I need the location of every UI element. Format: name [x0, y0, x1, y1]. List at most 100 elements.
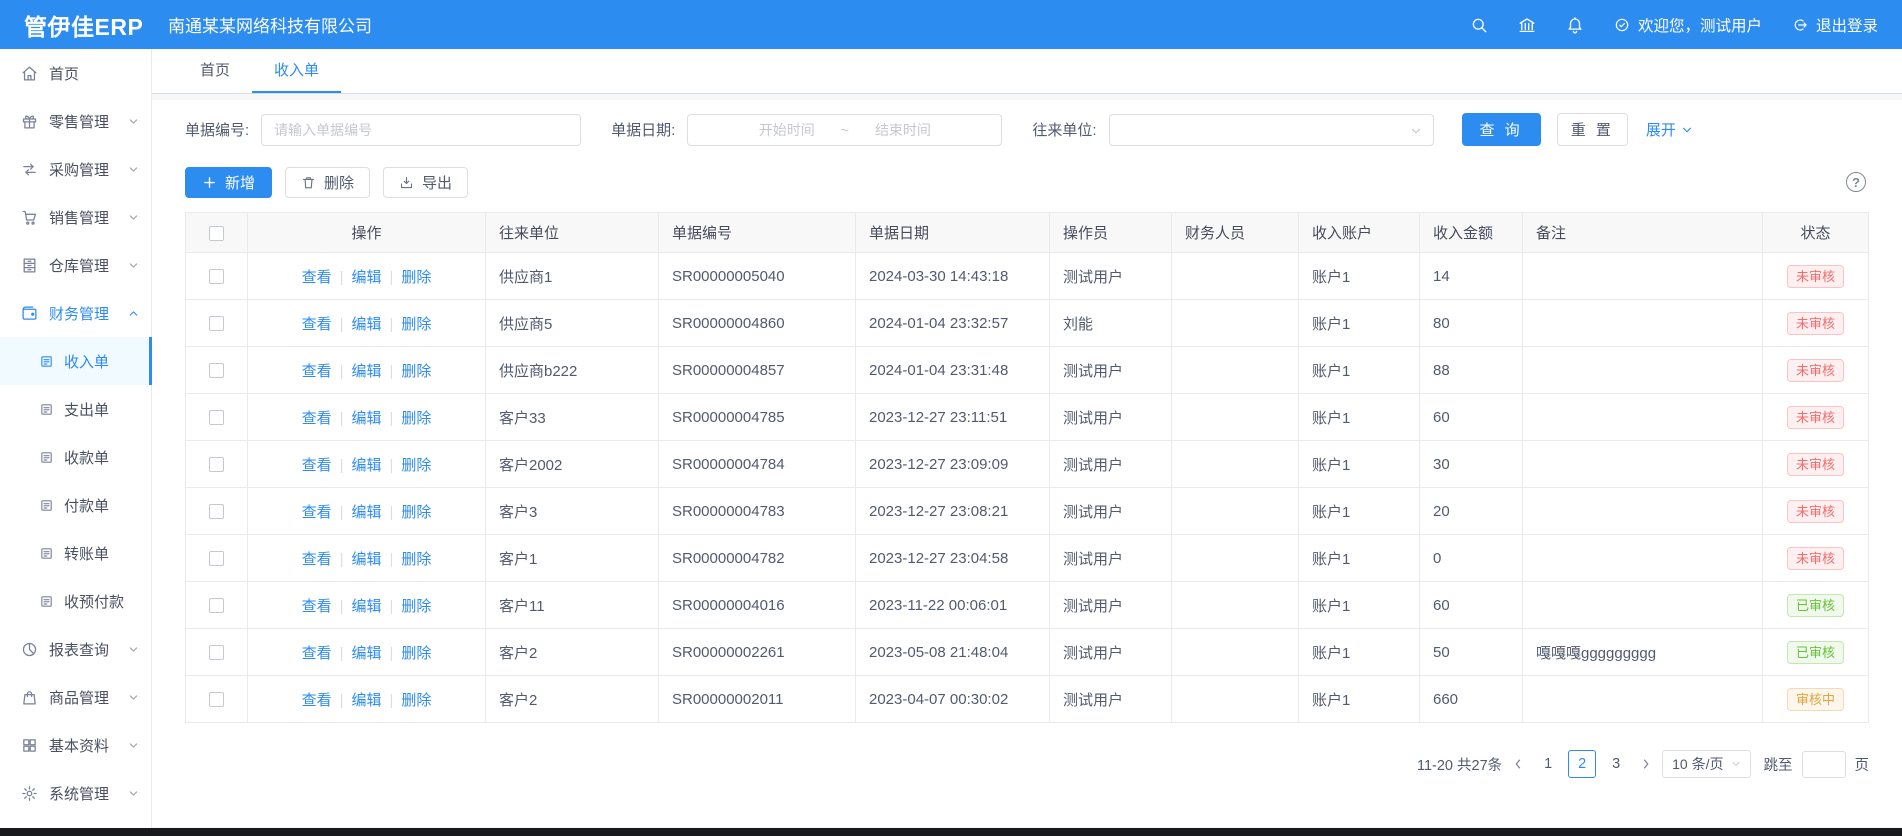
content-panel: 单据编号: 单据日期: 开始时间 ~ 结束时间 往来单位: 查 询 重 置 [152, 100, 1902, 827]
date-range-input[interactable]: 开始时间 ~ 结束时间 [687, 114, 1002, 146]
cell-finance [1172, 441, 1299, 488]
edit-link[interactable]: 编辑 [351, 316, 381, 333]
cell-company: 客户33 [486, 394, 659, 441]
sidebar-item-transfer[interactable]: 转账单 [0, 529, 151, 577]
delete-link[interactable]: 删除 [401, 410, 431, 427]
edit-link[interactable]: 编辑 [351, 692, 381, 709]
sidebar-item-label: 收入单 [64, 351, 109, 372]
row-checkbox[interactable] [209, 504, 224, 519]
welcome-user[interactable]: 欢迎您，测试用户 [1614, 14, 1762, 36]
tab-income[interactable]: 收入单 [252, 49, 341, 93]
row-checkbox[interactable] [209, 457, 224, 472]
tab-home[interactable]: 首页 [178, 49, 252, 93]
page-number-2[interactable]: 2 [1568, 750, 1596, 778]
sidebar-item-prepaid[interactable]: 收预付款 [0, 577, 151, 625]
sidebar-item-payment[interactable]: 付款单 [0, 481, 151, 529]
cell-finance [1172, 488, 1299, 535]
edit-link[interactable]: 编辑 [351, 551, 381, 568]
sidebar-item-purchase[interactable]: 采购管理 [0, 145, 151, 193]
edit-link[interactable]: 编辑 [351, 457, 381, 474]
cell-finance [1172, 300, 1299, 347]
export-button[interactable]: 导出 [383, 167, 468, 198]
row-checkbox[interactable] [209, 598, 224, 613]
row-checkbox[interactable] [209, 316, 224, 331]
sidebar-item-warehouse[interactable]: 仓库管理 [0, 241, 151, 289]
next-page-icon[interactable] [1639, 757, 1653, 771]
cell-operator: 测试用户 [1050, 629, 1172, 676]
view-link[interactable]: 查看 [302, 692, 332, 709]
sidebar-item-goods[interactable]: 商品管理 [0, 673, 151, 721]
action-separator: | [390, 457, 394, 474]
notification-bell-icon[interactable] [1566, 16, 1584, 34]
help-button[interactable]: ? [1846, 172, 1866, 192]
reset-button[interactable]: 重 置 [1557, 113, 1628, 146]
add-button[interactable]: 新增 [185, 167, 272, 198]
chevron-down-icon [128, 260, 139, 271]
sidebar-item-income[interactable]: 收入单 [0, 337, 151, 385]
action-separator: | [340, 551, 344, 568]
page-number-1[interactable]: 1 [1534, 750, 1562, 778]
column-header-actions: 操作 [248, 213, 486, 253]
sidebar-item-retail[interactable]: 零售管理 [0, 97, 151, 145]
delete-link[interactable]: 删除 [401, 316, 431, 333]
page-number-3[interactable]: 3 [1602, 750, 1630, 778]
partner-select[interactable] [1109, 114, 1434, 146]
delete-link[interactable]: 删除 [401, 457, 431, 474]
edit-link[interactable]: 编辑 [351, 410, 381, 427]
row-checkbox[interactable] [209, 269, 224, 284]
bank-icon[interactable] [1518, 16, 1536, 34]
edit-link[interactable]: 编辑 [351, 504, 381, 521]
logout-button[interactable]: 退出登录 [1792, 14, 1878, 36]
view-link[interactable]: 查看 [302, 645, 332, 662]
sidebar-item-receipt[interactable]: 收款单 [0, 433, 151, 481]
sidebar-item-home[interactable]: 首页 [0, 49, 151, 97]
expand-link[interactable]: 展开 [1646, 119, 1693, 140]
warehouse-icon [21, 257, 38, 274]
view-link[interactable]: 查看 [302, 316, 332, 333]
sidebar-item-sales[interactable]: 销售管理 [0, 193, 151, 241]
cell-code: SR00000005040 [659, 253, 856, 300]
sidebar-item-finance[interactable]: 财务管理 [0, 289, 151, 337]
delete-button[interactable]: 删除 [285, 167, 370, 198]
view-link[interactable]: 查看 [302, 504, 332, 521]
view-link[interactable]: 查看 [302, 551, 332, 568]
cell-amount: 50 [1420, 629, 1523, 676]
cell-operator: 测试用户 [1050, 676, 1172, 723]
jump-page-input[interactable] [1802, 751, 1846, 778]
delete-link[interactable]: 删除 [401, 504, 431, 521]
search-button[interactable]: 查 询 [1462, 113, 1541, 146]
delete-link[interactable]: 删除 [401, 269, 431, 286]
row-checkbox[interactable] [209, 363, 224, 378]
delete-link[interactable]: 删除 [401, 692, 431, 709]
select-all-checkbox[interactable] [209, 226, 224, 241]
view-link[interactable]: 查看 [302, 598, 332, 615]
edit-link[interactable]: 编辑 [351, 598, 381, 615]
column-header-account: 收入账户 [1299, 213, 1420, 253]
page-size-select[interactable]: 10 条/页 [1662, 750, 1750, 778]
delete-link[interactable]: 删除 [401, 551, 431, 568]
delete-link[interactable]: 删除 [401, 598, 431, 615]
cell-finance [1172, 676, 1299, 723]
prev-page-icon[interactable] [1511, 757, 1525, 771]
edit-link[interactable]: 编辑 [351, 269, 381, 286]
search-icon[interactable] [1470, 16, 1488, 34]
sidebar-item-reports[interactable]: 报表查询 [0, 625, 151, 673]
sidebar-item-system[interactable]: 系统管理 [0, 769, 151, 817]
view-link[interactable]: 查看 [302, 269, 332, 286]
row-checkbox[interactable] [209, 645, 224, 660]
row-checkbox[interactable] [209, 551, 224, 566]
table-row: 查看|编辑|删除客户11SR000000040162023-11-22 00:0… [186, 582, 1869, 629]
code-input[interactable] [261, 114, 581, 146]
delete-link[interactable]: 删除 [401, 645, 431, 662]
view-link[interactable]: 查看 [302, 410, 332, 427]
edit-link[interactable]: 编辑 [351, 363, 381, 380]
view-link[interactable]: 查看 [302, 457, 332, 474]
row-checkbox[interactable] [209, 410, 224, 425]
edit-link[interactable]: 编辑 [351, 645, 381, 662]
view-link[interactable]: 查看 [302, 363, 332, 380]
cell-account: 账户1 [1299, 300, 1420, 347]
delete-link[interactable]: 删除 [401, 363, 431, 380]
row-checkbox[interactable] [209, 692, 224, 707]
sidebar-item-expense[interactable]: 支出单 [0, 385, 151, 433]
sidebar-item-basic[interactable]: 基本资料 [0, 721, 151, 769]
